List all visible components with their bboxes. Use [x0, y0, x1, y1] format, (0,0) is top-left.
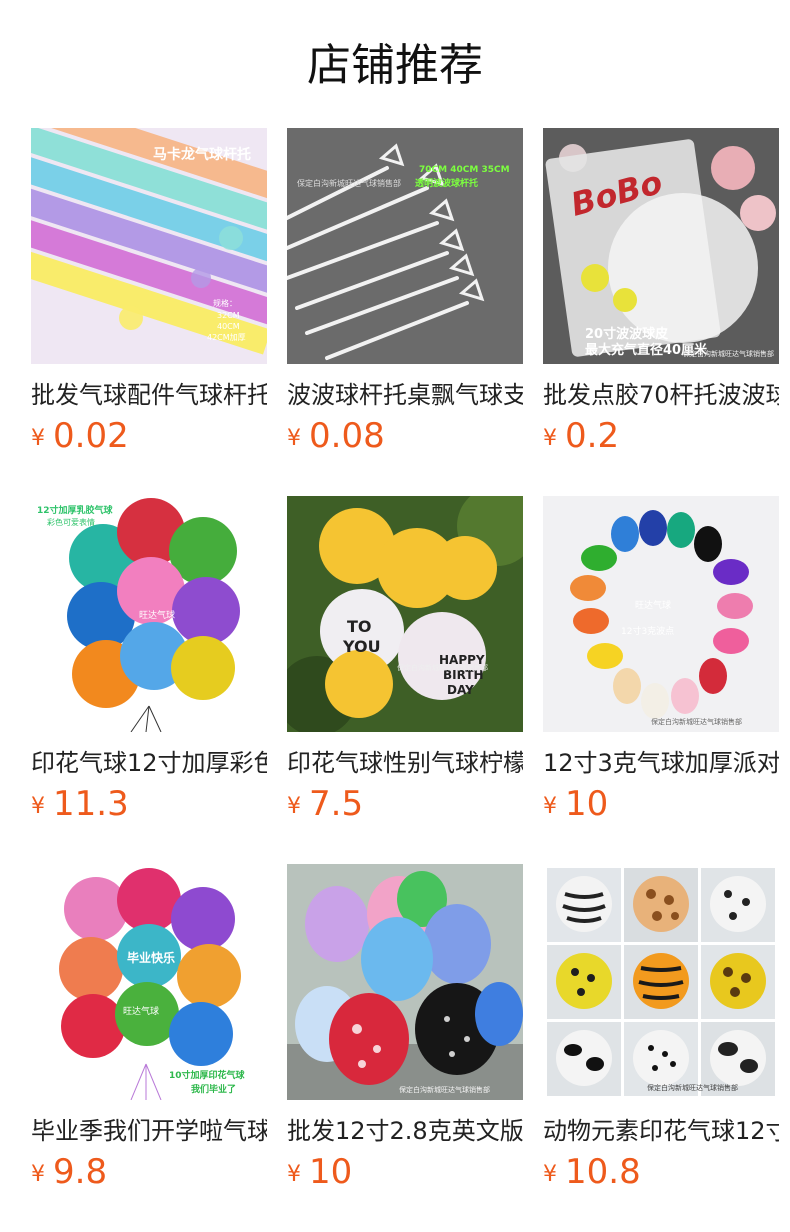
- product-photo: 12寸加厚乳胶气球 彩色可爱表情 旺达气球: [31, 496, 267, 732]
- image-text: DAY: [447, 683, 474, 697]
- price-value: 10: [309, 1152, 353, 1192]
- image-brand: 旺达气球: [635, 599, 671, 611]
- currency-symbol: ¥: [31, 794, 45, 819]
- product-photo: 保定白沟新城旺达气球销售部: [287, 864, 523, 1100]
- product-price: ¥11.3: [31, 784, 129, 824]
- product-title[interactable]: 12寸3克气球加厚派对: [543, 746, 779, 780]
- image-watermark: 保定白沟新城旺达气球销售部: [397, 663, 488, 672]
- product-price: ¥10: [287, 1152, 352, 1192]
- image-caption: 10寸加厚印花气球: [169, 1069, 246, 1081]
- price-value: 11.3: [53, 784, 129, 824]
- image-watermark: 保定白沟新城旺达气球销售部: [683, 349, 774, 358]
- image-caption: 20寸波波球皮: [585, 326, 668, 342]
- image-spec: 40CM: [217, 322, 240, 331]
- price-value: 10.8: [565, 1152, 641, 1192]
- currency-symbol: ¥: [287, 794, 301, 819]
- product-image[interactable]: 保定白沟新城旺达气球销售部: [543, 864, 779, 1100]
- product-title[interactable]: 批发点胶70杆托波波球: [543, 378, 779, 412]
- product-photo: 马卡龙气球杆托 规格： 32CM 40CM 42CM加厚: [31, 128, 267, 364]
- price-value: 10: [565, 784, 609, 824]
- image-watermark: 保定白沟新城旺达气球销售部: [651, 717, 742, 726]
- image-watermark: 保定白沟新城旺达气球销售部: [399, 1085, 490, 1094]
- product-image[interactable]: 毕业快乐 旺达气球 10寸加厚印花气球 我们毕业了: [31, 864, 267, 1100]
- price-value: 7.5: [309, 784, 364, 824]
- currency-symbol: ¥: [543, 426, 557, 451]
- product-price: ¥10.8: [543, 1152, 641, 1192]
- product-photo: 70CM 40CM 35CM 透明波波球杆托 保定白沟新城旺达气球销售部: [287, 128, 523, 364]
- image-spec: 42CM加厚: [207, 332, 246, 342]
- image-caption: 彩色可爱表情: [47, 517, 95, 527]
- image-caption: 12寸加厚乳胶气球: [37, 504, 114, 516]
- product-price: ¥0.08: [287, 416, 385, 456]
- product-image[interactable]: 70CM 40CM 35CM 透明波波球杆托 保定白沟新城旺达气球销售部: [287, 128, 523, 364]
- product-photo: 毕业快乐 旺达气球 10寸加厚印花气球 我们毕业了: [31, 864, 267, 1100]
- image-text: TO: [347, 617, 372, 636]
- product-title[interactable]: 批发12寸2.8克英文版: [287, 1114, 523, 1148]
- product-price: ¥0.02: [31, 416, 129, 456]
- price-value: 0.08: [309, 416, 385, 456]
- image-spec: 32CM: [217, 311, 240, 320]
- image-caption: 我们毕业了: [191, 1083, 236, 1095]
- image-caption: 马卡龙气球杆托: [153, 146, 251, 163]
- product-title[interactable]: 波波球杆托桌飘气球支架: [287, 378, 523, 412]
- product-image[interactable]: 保定白沟新城旺达气球销售部: [287, 864, 523, 1100]
- price-value: 0.2: [565, 416, 620, 456]
- image-brand: 旺达气球: [123, 1005, 159, 1017]
- currency-symbol: ¥: [287, 426, 301, 451]
- price-value: 0.02: [53, 416, 129, 456]
- product-title[interactable]: 动物元素印花气球12寸: [543, 1114, 779, 1148]
- image-watermark: 保定白沟新城旺达气球销售部: [647, 1083, 738, 1092]
- currency-symbol: ¥: [543, 794, 557, 819]
- product-photo: 保定白沟新城旺达气球销售部: [543, 864, 779, 1100]
- product-price: ¥7.5: [287, 784, 363, 824]
- product-title[interactable]: 印花气球性别气球柠檬: [287, 746, 523, 780]
- product-price: ¥0.2: [543, 416, 619, 456]
- product-photo: YOU TO HAPPY BIRTH DAY 保定白沟新城旺达气球销售部: [287, 496, 523, 732]
- product-price: ¥10: [543, 784, 608, 824]
- image-text: 毕业快乐: [127, 950, 175, 965]
- product-title[interactable]: 印花气球12寸加厚彩色: [31, 746, 267, 780]
- product-image[interactable]: 旺达气球 12寸3克波点 保定白沟新城旺达气球销售部: [543, 496, 779, 732]
- image-brand: 旺达气球: [139, 609, 175, 621]
- image-text: YOU: [342, 637, 381, 656]
- image-caption: 12寸3克波点: [621, 625, 674, 637]
- product-price: ¥9.8: [31, 1152, 107, 1192]
- price-value: 9.8: [53, 1152, 108, 1192]
- image-caption: 透明波波球杆托: [415, 177, 478, 189]
- currency-symbol: ¥: [543, 1162, 557, 1187]
- product-image[interactable]: BoBo 20寸波波球皮 最大充气直径40厘米 保定白沟新城旺达气球销售部: [543, 128, 779, 364]
- product-title[interactable]: 毕业季我们开学啦气球: [31, 1114, 267, 1148]
- page-title: 店铺推荐: [307, 40, 483, 91]
- currency-symbol: ¥: [287, 1162, 301, 1187]
- product-image[interactable]: 马卡龙气球杆托 规格： 32CM 40CM 42CM加厚: [31, 128, 267, 364]
- product-photo: BoBo 20寸波波球皮 最大充气直径40厘米 保定白沟新城旺达气球销售部: [543, 128, 779, 364]
- product-photo: 旺达气球 12寸3克波点 保定白沟新城旺达气球销售部: [543, 496, 779, 732]
- product-image[interactable]: YOU TO HAPPY BIRTH DAY 保定白沟新城旺达气球销售部: [287, 496, 523, 732]
- image-watermark: 保定白沟新城旺达气球销售部: [297, 178, 401, 188]
- image-spec: 规格：: [213, 298, 237, 308]
- product-image[interactable]: 12寸加厚乳胶气球 彩色可爱表情 旺达气球: [31, 496, 267, 732]
- currency-symbol: ¥: [31, 426, 45, 451]
- currency-symbol: ¥: [31, 1162, 45, 1187]
- product-title[interactable]: 批发气球配件气球杆托: [31, 378, 267, 412]
- image-caption: 70CM 40CM 35CM: [419, 165, 510, 175]
